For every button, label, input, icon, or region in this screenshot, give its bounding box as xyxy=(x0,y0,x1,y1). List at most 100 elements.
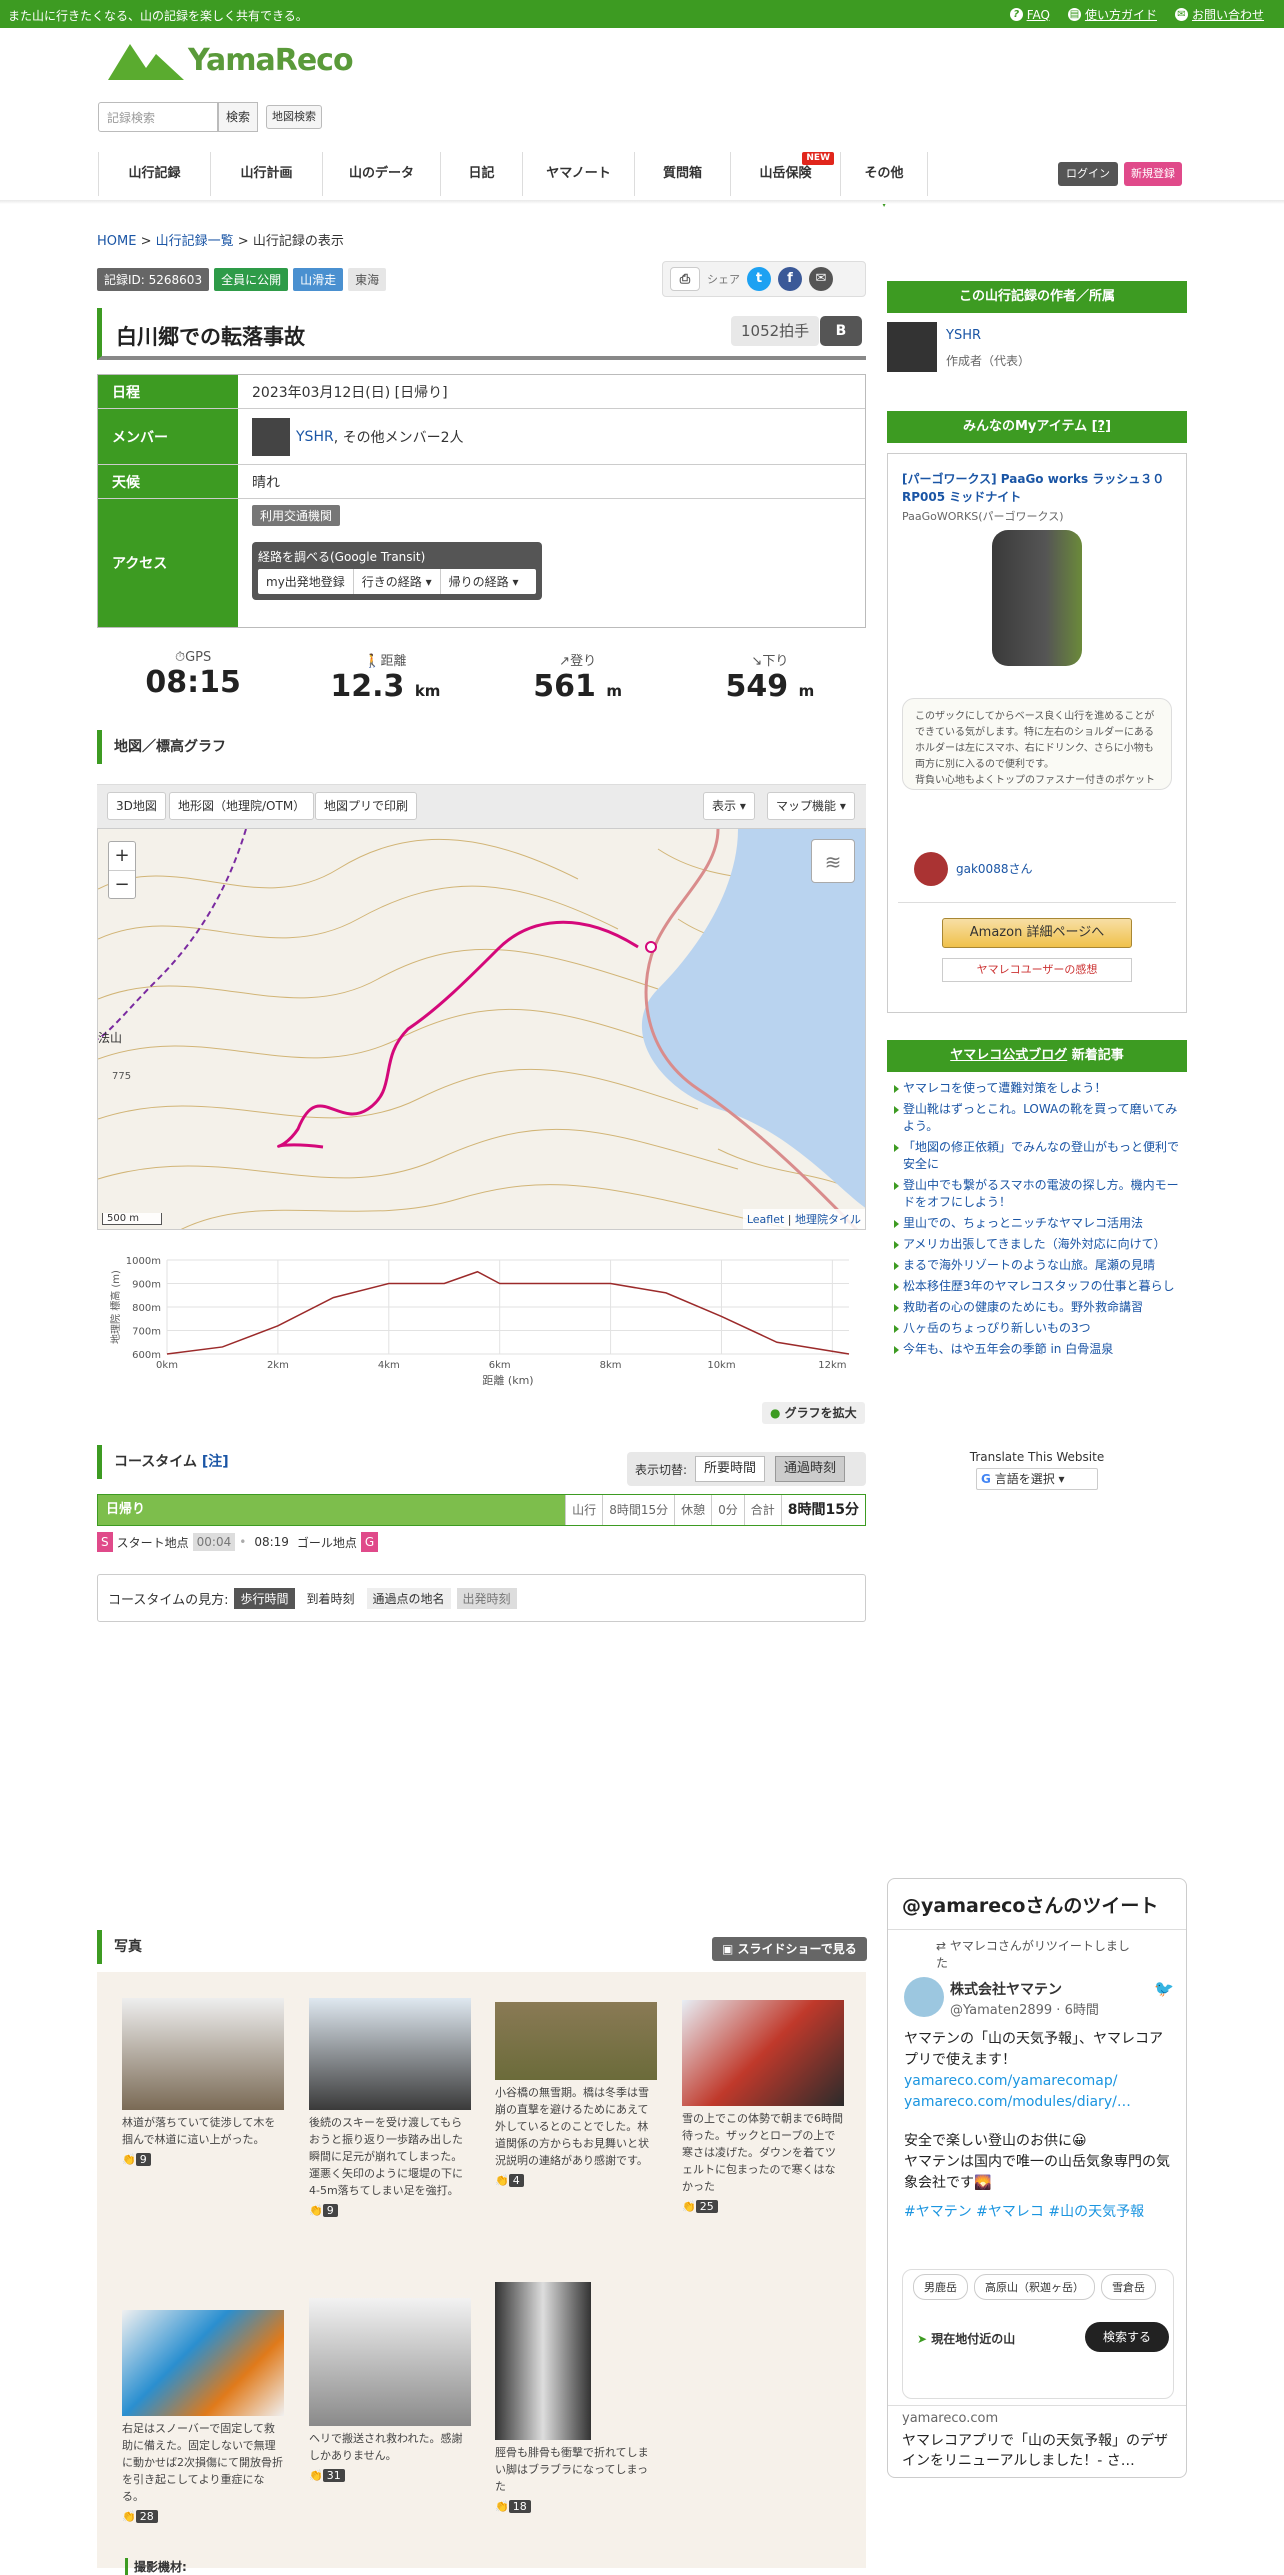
my-origin-button[interactable]: my出発地登録 xyxy=(258,569,354,594)
photo-image[interactable] xyxy=(309,1998,471,2110)
photo-image[interactable] xyxy=(495,2282,591,2440)
register-button[interactable]: 新規登録 xyxy=(1124,162,1182,186)
amazon-button[interactable]: Amazon 詳細ページへ xyxy=(942,918,1132,948)
gsi-tile-link[interactable]: 地理院タイル xyxy=(795,1213,861,1226)
clap-count[interactable]: 1052拍手 xyxy=(731,316,820,346)
photo-likes[interactable]: 👏 31 xyxy=(309,2467,345,2484)
map-canvas[interactable] xyxy=(98,829,866,1230)
twitter-icon[interactable]: t xyxy=(747,267,771,291)
nav-item-qa[interactable]: 質問箱 xyxy=(634,152,730,196)
member-link[interactable]: YSHR xyxy=(296,429,334,445)
blog-item-link[interactable]: 登山中でも繋がるスマホの電波の探し方。機内モードをオフにしよう！ xyxy=(903,1178,1179,1209)
breadcrumb-home[interactable]: HOME xyxy=(97,234,136,249)
tweet-card-text[interactable]: ヤマレコアプリで「山の天気予報」のデザインをリニューアルしました！- さ… xyxy=(902,2431,1174,2471)
map-search-button[interactable]: 地図検索 xyxy=(266,105,322,129)
mail-share-icon[interactable]: ✉ xyxy=(809,267,833,291)
switch-passtime-button[interactable]: 通過時刻 xyxy=(775,1456,846,1482)
tweet-handle[interactable]: @Yamaten2899 · 6時間 xyxy=(950,1999,1099,2018)
photo-likes[interactable]: 👏 28 xyxy=(122,2508,158,2525)
blog-link[interactable]: ヤマレコ公式ブログ xyxy=(950,1048,1067,1063)
photo-image[interactable] xyxy=(122,2310,284,2416)
search-button[interactable]: 検索 xyxy=(218,102,258,132)
return-route-button[interactable]: 帰りの経路 ▾ xyxy=(441,569,527,594)
outbound-route-button[interactable]: 行きの経路 ▾ xyxy=(354,569,441,594)
blog-item-link[interactable]: 救助者の心の健康のためにも。野外救命講習 xyxy=(903,1300,1143,1314)
photo-card[interactable]: 後続のスキーを受け渡してもらおうと振り返り一歩踏み出した瞬間に足元が崩れてしまっ… xyxy=(309,1998,471,2219)
avatar[interactable] xyxy=(252,417,290,456)
start-point[interactable]: スタート地点 xyxy=(117,1534,189,1551)
blog-item[interactable]: ヤマレコを使って遭難対策をしよう！ xyxy=(893,1080,1188,1097)
twitter-title[interactable]: @yamarecoさんのツイート xyxy=(902,1891,1158,1918)
btool-button[interactable]: B xyxy=(820,316,862,346)
blog-item[interactable]: 今年も、はや五年会の季節 in 白骨温泉 xyxy=(893,1341,1188,1358)
guide-link[interactable]: ▤ 使い方ガイド xyxy=(1067,6,1157,23)
nav-item-insurance[interactable]: 山岳保険 NEW xyxy=(730,152,840,196)
blog-item[interactable]: 八ヶ岳のちょっぴり新しいもの3つ xyxy=(893,1320,1188,1337)
route-map[interactable]: + − ≋ 法山 775 500 m Leaflet | 地理院タイル xyxy=(97,828,866,1230)
leaflet-link[interactable]: Leaflet xyxy=(747,1213,784,1226)
zoom-in-button[interactable]: + xyxy=(109,842,135,870)
layers-icon[interactable]: ≋ xyxy=(811,839,855,883)
print-icon[interactable]: ⎙ xyxy=(670,267,700,291)
item-title-link[interactable]: [パーゴワークス] PaaGo works ラッシュ３０ RP005 ミッドナイ… xyxy=(902,470,1172,506)
blog-item-link[interactable]: 登山靴はずっとこれ。LOWAの靴を買って磨いてみよう。 xyxy=(903,1102,1177,1133)
nav-item-yamanote[interactable]: ヤマノート xyxy=(522,152,634,196)
tweet-avatar[interactable] xyxy=(904,1977,944,2017)
photo-image[interactable] xyxy=(495,2002,657,2080)
nav-item-other[interactable]: その他▼ xyxy=(840,152,928,208)
blog-item[interactable]: 松本移住歴3年のヤマレコスタッフの仕事と暮らし xyxy=(893,1278,1188,1295)
blog-item[interactable]: まるで海外リゾートのような山旅。尾瀬の見晴 xyxy=(893,1257,1188,1274)
map-print-button[interactable]: 地図プリで印刷 xyxy=(315,792,418,820)
map-3d-button[interactable]: 3D地図 xyxy=(107,792,166,820)
blog-item[interactable]: アメリカ出張してきました（海外対応に向けて） xyxy=(893,1236,1188,1253)
photo-likes[interactable]: 👏 25 xyxy=(682,2198,718,2215)
nav-item-mountain-data[interactable]: 山のデータ xyxy=(322,152,440,196)
photo-likes[interactable]: 👏 9 xyxy=(309,2202,338,2219)
blog-item-link[interactable]: アメリカ出張してきました（海外対応に向けて） xyxy=(903,1237,1166,1251)
reviewer-link[interactable]: gak0088さん xyxy=(956,860,1032,877)
nav-item-plans[interactable]: 山行計画 xyxy=(210,152,322,196)
breadcrumb-list[interactable]: 山行記録一覧 xyxy=(156,234,234,249)
record-search-input[interactable]: 記録検索 xyxy=(98,102,218,132)
blog-item[interactable]: 救助者の心の健康のためにも。野外救命講習 xyxy=(893,1299,1188,1316)
blog-item-link[interactable]: 松本移住歴3年のヤマレコスタッフの仕事と暮らし xyxy=(903,1279,1175,1293)
photo-likes[interactable]: 👏 9 xyxy=(122,2151,151,2168)
photo-card[interactable]: 林道が落ちていて徒渉して木を掴んで林道に這い上がった。 👏 9 xyxy=(122,1998,284,2168)
photo-card[interactable]: 雪の上でこの体勢で朝まで6時間待った。ザックとロープの上で寒さは凌げた。ダウンを… xyxy=(682,2000,844,2215)
faq-link[interactable]: ? FAQ xyxy=(1009,6,1050,23)
slideshow-button[interactable]: ▣ スライドショーで見る xyxy=(712,1937,867,1961)
author-avatar[interactable] xyxy=(887,322,937,372)
user-review-button[interactable]: ヤマレコユーザーの感想 xyxy=(942,958,1132,982)
switch-duration-button[interactable]: 所要時間 xyxy=(695,1456,766,1482)
tweet-author-name[interactable]: 株式会社ヤマテン xyxy=(950,1979,1062,1999)
map-topo-button[interactable]: 地形図（地理院/OTM） xyxy=(169,792,315,820)
nav-item-diary[interactable]: 日記 xyxy=(440,152,522,196)
card-search-button[interactable]: 検索する xyxy=(1085,2322,1169,2352)
photo-card[interactable]: 脛骨も腓骨も衝撃で折れてしまい脚はブラブラになってしまった 👏 18 xyxy=(495,2282,657,2515)
tweet-card-image[interactable]: 男鹿岳 高原山（釈迦ヶ岳） 雪倉岳 ➤ 現在地付近の山 検索する xyxy=(902,2269,1174,2399)
goal-point[interactable]: ゴール地点 xyxy=(297,1534,357,1551)
photo-card[interactable]: 小谷橋の無雪期。橋は冬季は雪崩の直撃を避けるためにあえて外しているとのことでした… xyxy=(495,2002,657,2189)
photo-likes[interactable]: 👏 4 xyxy=(495,2172,524,2189)
login-button[interactable]: ログイン xyxy=(1058,162,1118,186)
myitem-help-link[interactable]: [?] xyxy=(1092,419,1111,434)
photo-image[interactable] xyxy=(309,2298,471,2426)
start-marker[interactable] xyxy=(645,941,657,953)
blog-item[interactable]: 登山靴はずっとこれ。LOWAの靴を買って磨いてみよう。 xyxy=(893,1101,1188,1135)
photo-image[interactable] xyxy=(682,2000,844,2106)
nav-item-records[interactable]: 山行記録 xyxy=(98,152,210,196)
blog-item[interactable]: 登山中でも繋がるスマホの電波の探し方。機内モードをオフにしよう！ xyxy=(893,1177,1188,1211)
coursetime-note-link[interactable]: [注] xyxy=(202,1454,229,1470)
blog-item[interactable]: 里山での、ちょっとニッチなヤマレコ活用法 xyxy=(893,1215,1188,1232)
tweet-link-2[interactable]: yamareco.com/modules/diary/… xyxy=(904,2092,1174,2113)
zoom-out-button[interactable]: − xyxy=(109,870,135,899)
map-function-button[interactable]: マップ機能 ▾ xyxy=(767,792,855,820)
photo-image[interactable] xyxy=(122,1998,284,2110)
author-link[interactable]: YSHR xyxy=(946,328,981,343)
site-logo[interactable]: YamaReco xyxy=(108,40,354,80)
expand-graph-button[interactable]: ● グラフを拡大 xyxy=(762,1402,865,1424)
blog-item-link[interactable]: まるで海外リゾートのような山旅。尾瀬の見晴 xyxy=(903,1258,1155,1272)
item-image[interactable] xyxy=(992,530,1082,666)
photo-card[interactable]: 右足はスノーバーで固定して救助に備えた。固定しないで無理に動かせば2次損傷にて開… xyxy=(122,2310,284,2525)
tweet-link-1[interactable]: yamareco.com/yamarecomap/ xyxy=(904,2071,1174,2092)
